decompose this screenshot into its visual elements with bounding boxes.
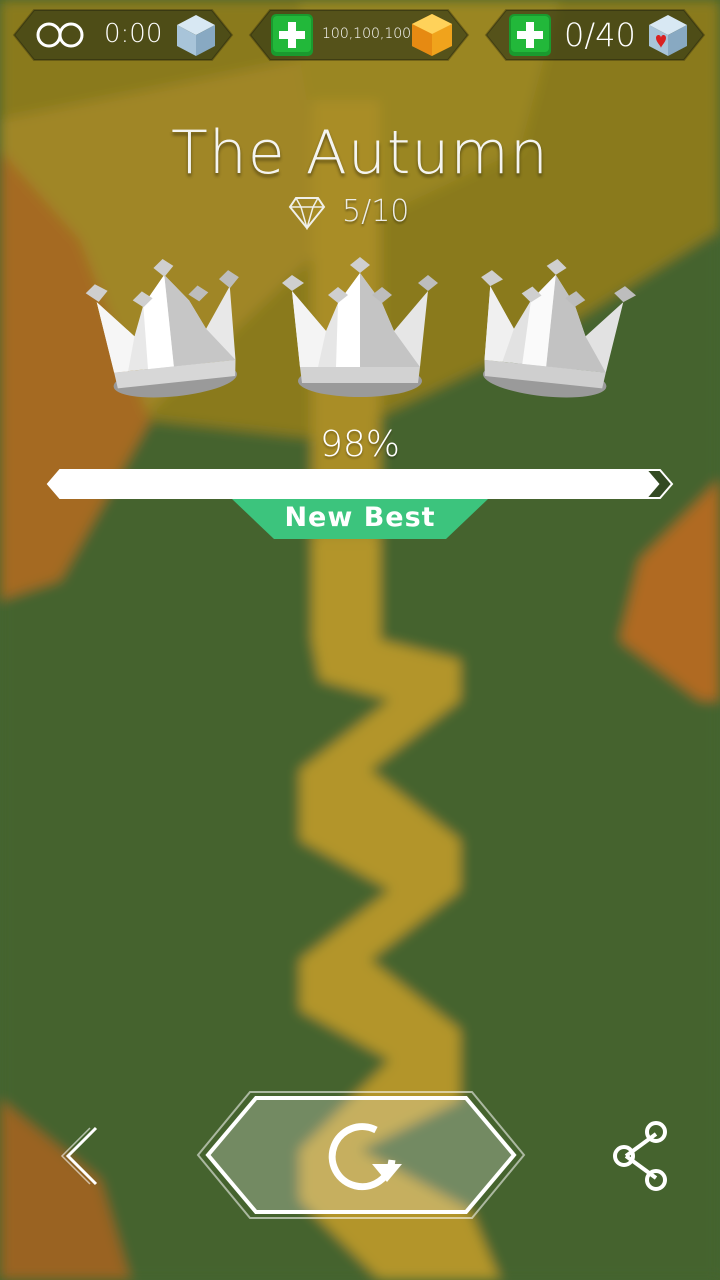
share-icon: [613, 1121, 667, 1191]
progress-percent: 98%: [319, 424, 400, 465]
share-button[interactable]: [610, 1118, 674, 1194]
add-gems-button[interactable]: [270, 13, 314, 57]
diamond-count: 5/10: [342, 194, 410, 229]
add-lives-button[interactable]: [508, 13, 552, 57]
progress-bar: [46, 469, 674, 499]
hud-timer-panel: 0:00: [12, 8, 234, 62]
game-scene-background: [0, 0, 720, 1280]
hud-gems-panel: 100,100,100: [248, 8, 470, 62]
back-button[interactable]: [56, 1124, 106, 1188]
replay-button[interactable]: [196, 1090, 526, 1220]
infinity-icon: [36, 22, 84, 48]
level-title: The Autumn: [171, 118, 549, 188]
crown-3-icon: [481, 258, 636, 398]
progress-bar-fill: [48, 470, 660, 498]
hud-lives-panel: 0/40: [484, 8, 706, 62]
diamond-icon: [288, 197, 326, 230]
lives-value: 0/40: [564, 16, 636, 54]
cube-icon: [177, 15, 215, 56]
timer-value: 0:00: [104, 19, 163, 49]
new-best-label: New Best: [284, 502, 436, 533]
crown-1-icon: [85, 258, 239, 398]
gems-value: 100,100,100: [322, 26, 412, 42]
crown-2-icon: [282, 257, 438, 397]
heart-cube-icon: [649, 15, 687, 56]
new-best-badge: New Best: [232, 499, 488, 539]
orange-gem-icon: [412, 14, 452, 56]
